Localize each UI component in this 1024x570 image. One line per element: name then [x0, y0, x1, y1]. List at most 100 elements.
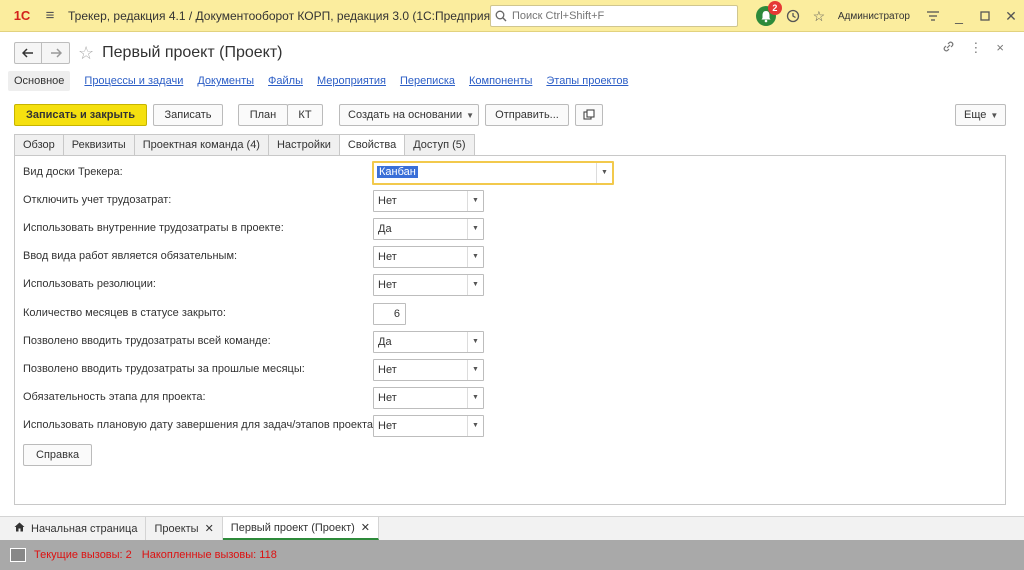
resolutions-select[interactable]: Нет ▼: [373, 274, 484, 296]
chevron-down-icon[interactable]: ▼: [596, 163, 612, 183]
create-based-on-label: Создать на основании: [348, 109, 463, 121]
main-menu-icon[interactable]: ≡: [38, 7, 62, 24]
send-button[interactable]: Отправить...: [485, 104, 569, 126]
close-tab-icon[interactable]: ✕: [361, 521, 370, 534]
field-row-internal-labor: Использовать внутренние трудозатраты в п…: [23, 218, 993, 240]
field-row-work-type-required: Ввод вида работ является обязательным: Н…: [23, 246, 993, 268]
work-type-required-select[interactable]: Нет ▼: [373, 246, 484, 268]
tab-properties[interactable]: Свойства: [339, 134, 406, 156]
section-processes-tasks[interactable]: Процессы и задачи: [84, 75, 183, 87]
tab-project-team[interactable]: Проектная команда (4): [134, 134, 269, 156]
plan-button[interactable]: План: [238, 104, 288, 126]
field-label: Использовать резолюции:: [23, 278, 156, 290]
close-form-icon[interactable]: ×: [996, 40, 1004, 56]
tab-settings[interactable]: Настройки: [268, 134, 340, 156]
chevron-down-icon[interactable]: ▼: [467, 275, 483, 295]
stage-required-select[interactable]: Нет ▼: [373, 387, 484, 409]
status-bar: Текущие вызовы: 2 Накопленные вызовы: 11…: [0, 540, 1024, 570]
planned-end-date-select[interactable]: Нет ▼: [373, 415, 484, 437]
copy-button[interactable]: [575, 104, 603, 126]
field-row-board-type: Вид доски Трекера: Канбан ▼: [23, 161, 993, 185]
copy-icon: [583, 109, 595, 120]
field-value: Нет: [378, 195, 397, 207]
field-label: Вид доски Трекера:: [23, 166, 123, 178]
tab-attributes[interactable]: Реквизиты: [63, 134, 135, 156]
window-tab-label: Начальная страница: [31, 522, 138, 535]
field-value: Нет: [378, 420, 397, 432]
team-labor-select[interactable]: Да ▼: [373, 331, 484, 353]
properties-panel: Вид доски Трекера: Канбан ▼ Отключить уч…: [14, 155, 1006, 505]
window-tab-first-project[interactable]: Первый проект (Проект) ✕: [222, 517, 380, 540]
field-value: Нет: [378, 279, 397, 291]
forward-button[interactable]: [42, 42, 70, 64]
section-events[interactable]: Мероприятия: [317, 75, 386, 87]
chevron-down-icon[interactable]: ▼: [467, 219, 483, 239]
past-months-labor-select[interactable]: Нет ▼: [373, 359, 484, 381]
window-tab-label: Проекты: [154, 522, 199, 535]
app-logo[interactable]: 1С: [6, 8, 38, 23]
global-search[interactable]: [490, 4, 738, 27]
field-value: Да: [378, 336, 392, 348]
disable-labor-select[interactable]: Нет ▼: [373, 190, 484, 212]
help-button[interactable]: Справка: [23, 444, 93, 466]
notifications-badge: 2: [767, 1, 782, 15]
kt-button[interactable]: КТ: [287, 104, 323, 126]
board-type-select[interactable]: Канбан ▼: [372, 161, 614, 185]
search-input[interactable]: [510, 8, 730, 23]
windows-icon[interactable]: [10, 548, 26, 562]
section-files[interactable]: Файлы: [268, 75, 303, 87]
page-title: Первый проект (Проект): [102, 44, 283, 61]
field-row-stage-required: Обязательность этапа для проекта: Нет ▼: [23, 387, 993, 409]
section-documents[interactable]: Документы: [197, 75, 254, 87]
chevron-down-icon[interactable]: ▼: [467, 416, 483, 436]
notifications-bell-icon[interactable]: 2: [755, 1, 782, 26]
favorite-star-icon[interactable]: ☆: [78, 43, 94, 64]
section-components[interactable]: Компоненты: [469, 75, 532, 87]
chevron-down-icon[interactable]: ▼: [467, 388, 483, 408]
field-value: Да: [378, 223, 392, 235]
field-value: Нет: [378, 364, 397, 376]
accumulated-calls: Накопленные вызовы: 118: [141, 549, 277, 561]
save-and-close-button[interactable]: Записать и закрыть: [14, 104, 147, 126]
history-icon[interactable]: [780, 0, 806, 32]
arrow-left-icon: [22, 48, 33, 58]
field-value: Канбан: [377, 166, 418, 178]
window-tab-label: Первый проект (Проект): [230, 521, 355, 534]
app-title: Трекер, редакция 4.1 / Документооборот К…: [68, 8, 490, 23]
chevron-down-icon[interactable]: ▼: [467, 191, 483, 211]
field-label: Отключить учет трудозатрат:: [23, 194, 172, 206]
more-actions-icon[interactable]: ⋮: [969, 40, 982, 56]
settings-menu-icon[interactable]: [920, 0, 946, 32]
tab-overview[interactable]: Обзор: [14, 134, 64, 156]
field-label: Ввод вида работ является обязательным:: [23, 250, 238, 262]
form-tabs: Обзор Реквизиты Проектная команда (4) На…: [14, 134, 475, 156]
save-button[interactable]: Записать: [153, 104, 223, 126]
close-tab-icon[interactable]: ✕: [205, 522, 214, 535]
chevron-down-icon: ▼: [990, 111, 999, 120]
section-project-stages[interactable]: Этапы проектов: [546, 75, 628, 87]
arrow-right-icon: [50, 48, 62, 58]
section-correspondence[interactable]: Переписка: [400, 75, 455, 87]
field-row-team-labor: Позволено вводить трудозатраты всей кома…: [23, 331, 993, 353]
more-button[interactable]: Еще ▼: [955, 104, 1006, 126]
chevron-down-icon[interactable]: ▼: [467, 332, 483, 352]
internal-labor-select[interactable]: Да ▼: [373, 218, 484, 240]
close-window-icon[interactable]: ✕: [998, 0, 1024, 32]
back-button[interactable]: [14, 42, 42, 64]
command-bar: Записать и закрыть Записать План КТ Созд…: [14, 104, 1006, 128]
window-tab-projects[interactable]: Проекты ✕: [146, 517, 223, 540]
section-main[interactable]: Основное: [8, 71, 71, 91]
chevron-down-icon[interactable]: ▼: [467, 360, 483, 380]
create-based-on-button[interactable]: Создать на основании ▼: [339, 104, 479, 126]
chevron-down-icon[interactable]: ▼: [467, 247, 483, 267]
closed-months-input[interactable]: 6: [373, 303, 406, 325]
maximize-icon[interactable]: [972, 0, 998, 32]
window-tab-home[interactable]: Начальная страница: [6, 517, 147, 540]
tab-access[interactable]: Доступ (5): [405, 134, 475, 156]
link-icon[interactable]: [942, 40, 955, 56]
title-bar: 1С ≡ Трекер, редакция 4.1 / Документообо…: [0, 0, 1024, 32]
favorites-star-icon[interactable]: ☆: [806, 0, 832, 32]
current-user[interactable]: Администратор: [838, 11, 910, 22]
home-icon: [14, 522, 25, 535]
minimize-icon[interactable]: _: [946, 0, 972, 32]
